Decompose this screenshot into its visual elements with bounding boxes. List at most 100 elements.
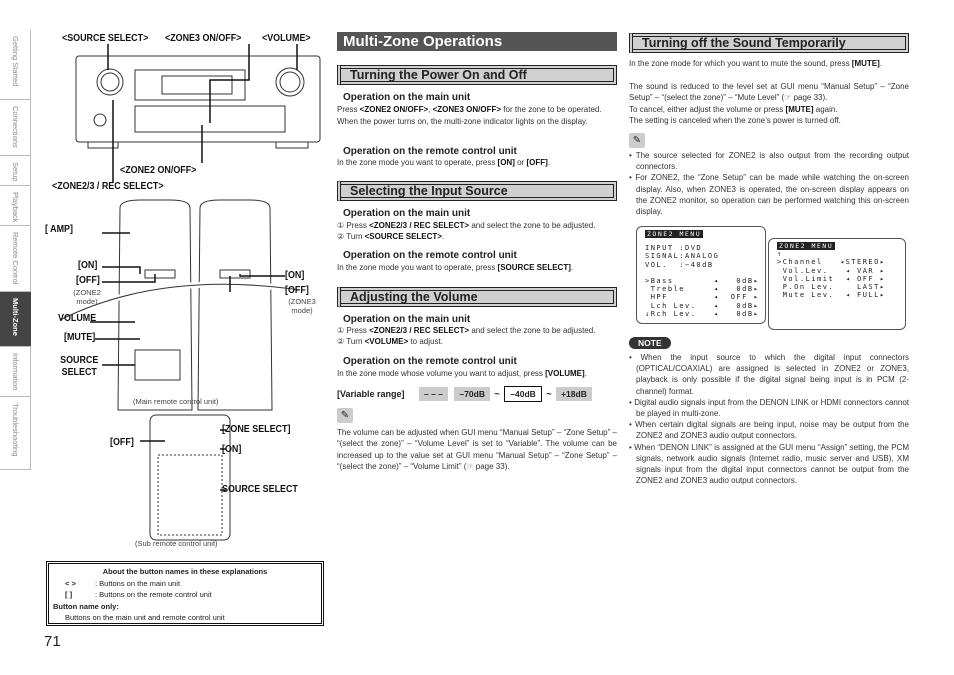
text-segment: ① Press <box>337 221 370 230</box>
range-sep: ~ <box>546 389 552 399</box>
osd-zone2-menu-1: ZONE2 MENU INPUT :DVD SIGNAL:ANALOG VOL.… <box>636 226 766 324</box>
paragraph: In the zone mode whose volume you want t… <box>337 368 617 379</box>
label-on-sub: [ON] <box>222 443 242 455</box>
button-name: [MUTE] <box>785 105 814 114</box>
page-number: 71 <box>44 633 61 650</box>
text-segment: Press <box>337 105 360 114</box>
tab-multi-zone[interactable]: Multi-Zone <box>0 292 31 347</box>
range-value-default: –40dB <box>504 386 542 402</box>
label-source-select-remote: SOURCE SELECT <box>60 354 99 378</box>
text-segment: or <box>514 158 527 167</box>
tip-item: For ZONE2, the “Zone Setup” can be made … <box>629 172 909 217</box>
button-name: <ZONE3 ON/OFF> <box>432 105 502 114</box>
range-sep: ~ <box>494 389 500 399</box>
step: ② Turn <VOLUME> to adjust. <box>337 336 617 347</box>
label-off-zone2: [OFF] <box>76 274 100 286</box>
text-segment: In the zone mode you want to operate, pr… <box>337 263 498 272</box>
label-zone2-onoff: <ZONE2 ON/OFF> <box>120 164 197 176</box>
label-mute: [MUTE] <box>64 331 96 343</box>
text-segment: and select the zone to be adjusted. <box>469 326 596 335</box>
range-value: –70dB <box>454 387 490 401</box>
paragraph: In the zone mode you want to operate, pr… <box>337 262 617 273</box>
sub-remote-image <box>149 414 231 541</box>
tab-label: Playback <box>11 192 20 223</box>
tab-label: Remote Control <box>11 232 20 285</box>
subheading: Operation on the main unit <box>343 314 471 325</box>
subheading: Operation on the remote control unit <box>343 250 517 261</box>
button-name: <ZONE2/3 / REC SELECT> <box>369 221 470 230</box>
legend-text: : Buttons on the remote control unit <box>95 590 212 599</box>
tab-remote-control[interactable]: Remote Control <box>0 226 31 292</box>
note-item: When “DENON LINK” is assigned at the GUI… <box>629 442 909 487</box>
text-segment: In the zone mode you want to operate, pr… <box>337 158 498 167</box>
tab-connections[interactable]: Connections <box>0 100 31 156</box>
label-zone-select: [ZONE SELECT] <box>222 423 291 435</box>
tip-item: The source selected for ZONE2 is also ou… <box>629 150 909 172</box>
variable-range: [Variable range] – – – –70dB ~ –40dB ~ +… <box>337 386 594 402</box>
tip-list: The source selected for ZONE2 is also ou… <box>629 150 909 217</box>
text-segment: and select the zone to be adjusted. <box>469 221 596 230</box>
caption-zone2-mode: (ZONE2 mode) <box>73 288 101 306</box>
label-off-zone3: [OFF] <box>285 284 309 296</box>
caption-main-remote: (Main remote control unit) <box>133 397 219 406</box>
text-segment: . <box>879 59 883 68</box>
label-zone3-onoff: <ZONE3 ON/OFF> <box>165 32 242 44</box>
heading-mute: Turning off the Sound Temporarily <box>629 33 909 53</box>
legend-title: About the button names in these explanat… <box>102 567 268 576</box>
paragraph: In the zone mode you want to operate, pr… <box>337 157 617 168</box>
text-segment: In the zone mode whose volume you want t… <box>337 369 546 378</box>
button-name: <ZONE2/3 / REC SELECT> <box>369 326 470 335</box>
text-segment: . <box>547 158 550 167</box>
legend-text: : Buttons on the main unit <box>95 578 181 588</box>
label-source-select: <SOURCE SELECT> <box>62 32 149 44</box>
paragraph: The sound is reduced to the level set at… <box>629 82 909 103</box>
button-name: [ON] <box>497 158 515 167</box>
tab-label: Troubleshooting <box>11 403 20 457</box>
text-segment: for the zone to be operated. <box>501 105 602 114</box>
paragraph: In the zone mode for which you want to m… <box>629 58 909 69</box>
tab-information[interactable]: Information <box>0 347 31 397</box>
heading-power: Turning the Power On and Off <box>337 65 617 85</box>
text-segment: . <box>441 232 445 241</box>
subheading: Operation on the remote control unit <box>343 146 517 157</box>
range-label: [Variable range] <box>337 389 405 399</box>
subheading: Operation on the main unit <box>343 208 471 219</box>
tab-label: Setup <box>11 162 20 182</box>
button-name: [VOLUME] <box>545 369 585 378</box>
label-on-zone3: [ON] <box>285 269 305 281</box>
paragraph: To cancel, either adjust the volume or p… <box>629 104 909 115</box>
tab-getting-started[interactable]: Getting Started <box>0 30 31 100</box>
legend-sym: < > <box>65 578 76 588</box>
tab-setup[interactable]: Setup <box>0 156 31 186</box>
heading-volume: Adjusting the Volume <box>337 287 617 307</box>
text-segment: . <box>584 369 587 378</box>
text-segment: ② Turn <box>337 232 365 241</box>
page-title: Multi-Zone Operations <box>337 32 617 51</box>
pencil-icon: ✎ <box>629 133 645 148</box>
caption-zone3-mode: (ZONE3 mode) <box>288 297 316 315</box>
step: ① Press <ZONE2/3 / REC SELECT> and selec… <box>337 325 617 336</box>
legend-sym: [ ] <box>65 590 73 599</box>
tab-label: Getting Started <box>11 36 20 87</box>
label-off-sub: [OFF] <box>110 436 134 448</box>
osd-lines: INPUT :DVD SIGNAL:ANALOG VOL. :−40dB >Ba… <box>645 244 760 318</box>
osd-lines: ↑ >Channel ◂STEREO▸ Vol.Lev. ◂ VAR ▸ Vol… <box>777 250 886 300</box>
button-name: [OFF] <box>526 158 548 167</box>
text-segment: ① Press <box>337 326 370 335</box>
tab-playback[interactable]: Playback <box>0 186 31 226</box>
caption-sub-remote: (Sub remote control unit) <box>135 539 218 548</box>
button-name: [MUTE] <box>851 59 880 68</box>
label-on-zone2: [ON] <box>78 259 98 271</box>
label-volume-remote: VOLUME <box>58 312 97 324</box>
text-segment: again. <box>813 105 838 114</box>
note-item: When certain digital signals are being i… <box>629 419 909 441</box>
tab-troubleshooting[interactable]: Troubleshooting <box>0 397 31 470</box>
tab-label: Information <box>11 353 20 391</box>
subheading: Operation on the remote control unit <box>343 356 517 367</box>
tab-label: Connections <box>11 106 20 148</box>
osd-title: ZONE2 MENU <box>777 242 836 251</box>
step: ② Turn <SOURCE SELECT>. <box>337 231 617 242</box>
note-list: When the input source to which the digit… <box>629 352 909 486</box>
note-item: When the input source to which the digit… <box>629 352 909 397</box>
button-name-legend: About the button names in these explanat… <box>46 561 324 626</box>
